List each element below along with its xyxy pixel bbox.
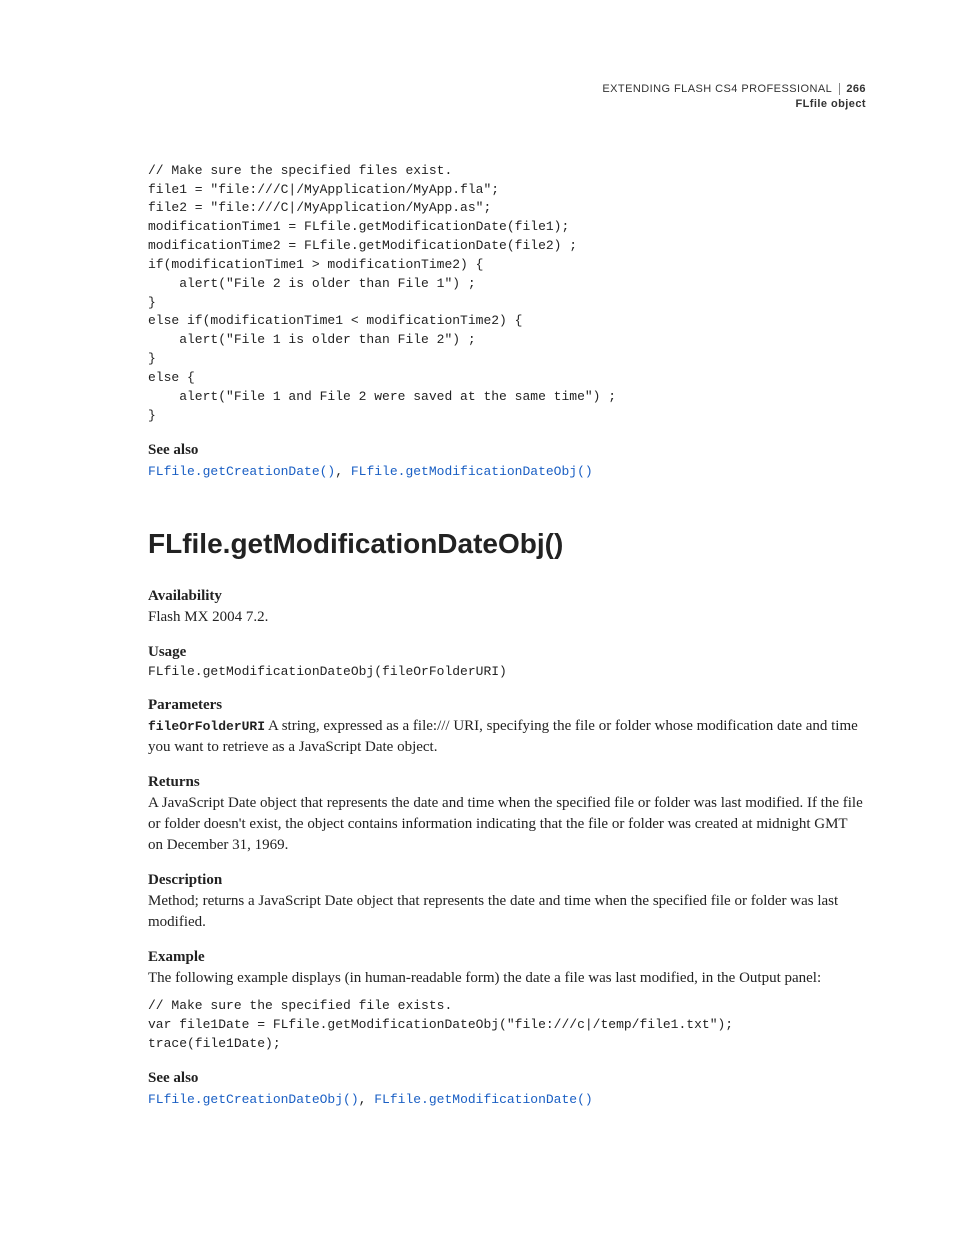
link-separator-2: ,: [359, 1092, 375, 1107]
example-code: // Make sure the specified file exists. …: [148, 997, 866, 1054]
availability-label: Availability: [148, 588, 866, 605]
see-also-links-1: FLfile.getCreationDate(), FLfile.getModi…: [148, 461, 866, 482]
see-also-label-1: See also: [148, 442, 866, 459]
page-number: 266: [839, 83, 866, 95]
usage-label: Usage: [148, 644, 866, 661]
usage-code: FLfile.getModificationDateObj(fileOrFold…: [148, 663, 866, 682]
description-text: Method; returns a JavaScript Date object…: [148, 891, 866, 933]
xref-getModificationDateObj[interactable]: FLfile.getModificationDateObj(): [351, 464, 593, 479]
example-label: Example: [148, 949, 866, 966]
description-label: Description: [148, 872, 866, 889]
parameters-label: Parameters: [148, 697, 866, 714]
running-section: FLfile object: [148, 97, 866, 112]
returns-text: A JavaScript Date object that represents…: [148, 793, 866, 856]
availability-text: Flash MX 2004 7.2.: [148, 607, 866, 628]
xref-getModificationDate[interactable]: FLfile.getModificationDate(): [374, 1092, 592, 1107]
param-name: fileOrFolderURI: [148, 719, 265, 734]
running-title: EXTENDING FLASH CS4 PROFESSIONAL: [602, 83, 831, 95]
link-separator: ,: [335, 464, 351, 479]
see-also-label-2: See also: [148, 1070, 866, 1087]
code-block-1: // Make sure the specified files exist. …: [148, 162, 866, 426]
returns-label: Returns: [148, 774, 866, 791]
example-intro: The following example displays (in human…: [148, 968, 866, 989]
page-container: EXTENDING FLASH CS4 PROFESSIONAL 266 FLf…: [0, 0, 954, 1170]
xref-getCreationDateObj[interactable]: FLfile.getCreationDateObj(): [148, 1092, 359, 1107]
api-heading: FLfile.getModificationDateObj(): [148, 528, 866, 560]
parameters-text: fileOrFolderURI A string, expressed as a…: [148, 716, 866, 758]
running-header: EXTENDING FLASH CS4 PROFESSIONAL 266 FLf…: [148, 82, 866, 112]
see-also-links-2: FLfile.getCreationDateObj(), FLfile.getM…: [148, 1089, 866, 1110]
xref-getCreationDate[interactable]: FLfile.getCreationDate(): [148, 464, 335, 479]
